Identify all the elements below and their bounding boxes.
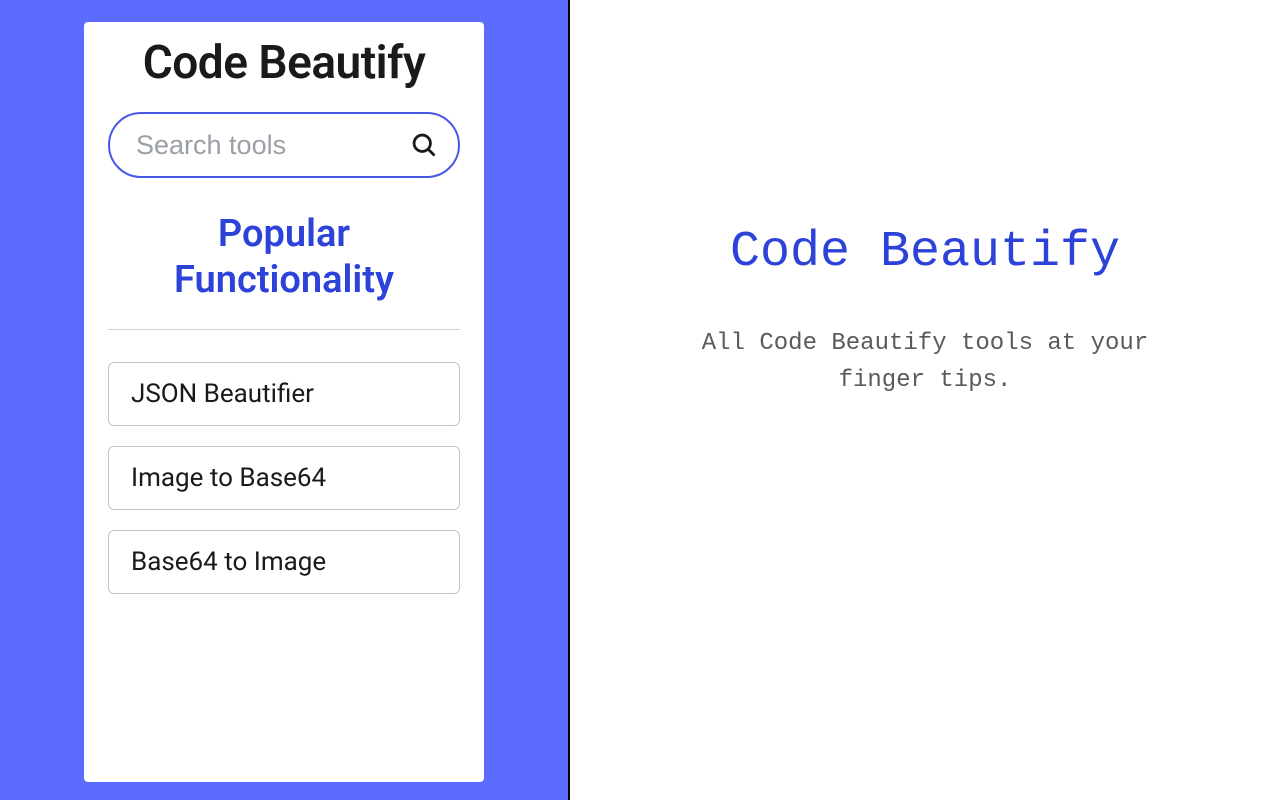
divider [108,329,460,330]
tool-label: Base64 to Image [131,547,326,577]
tool-label: Image to Base64 [131,463,326,493]
tool-label: JSON Beautifier [131,379,314,409]
tool-json-beautifier[interactable]: JSON Beautifier [108,362,460,426]
search-wrapper [108,112,460,178]
hero-title: Code Beautify [730,224,1120,281]
app-title: Code Beautify [143,36,426,90]
tool-list: JSON Beautifier Image to Base64 Base64 t… [108,362,460,594]
hero-subtitle: All Code Beautify tools at your finger t… [655,325,1195,399]
section-heading: Popular Functionality [108,212,460,303]
phone-preview-card: Code Beautify Popular Functionality JSON… [84,22,484,782]
tool-base64-to-image[interactable]: Base64 to Image [108,530,460,594]
search-input[interactable] [108,112,460,178]
hero-panel: Code Beautify All Code Beautify tools at… [570,0,1280,800]
tool-image-to-base64[interactable]: Image to Base64 [108,446,460,510]
showcase-panel: Code Beautify Popular Functionality JSON… [0,0,570,800]
